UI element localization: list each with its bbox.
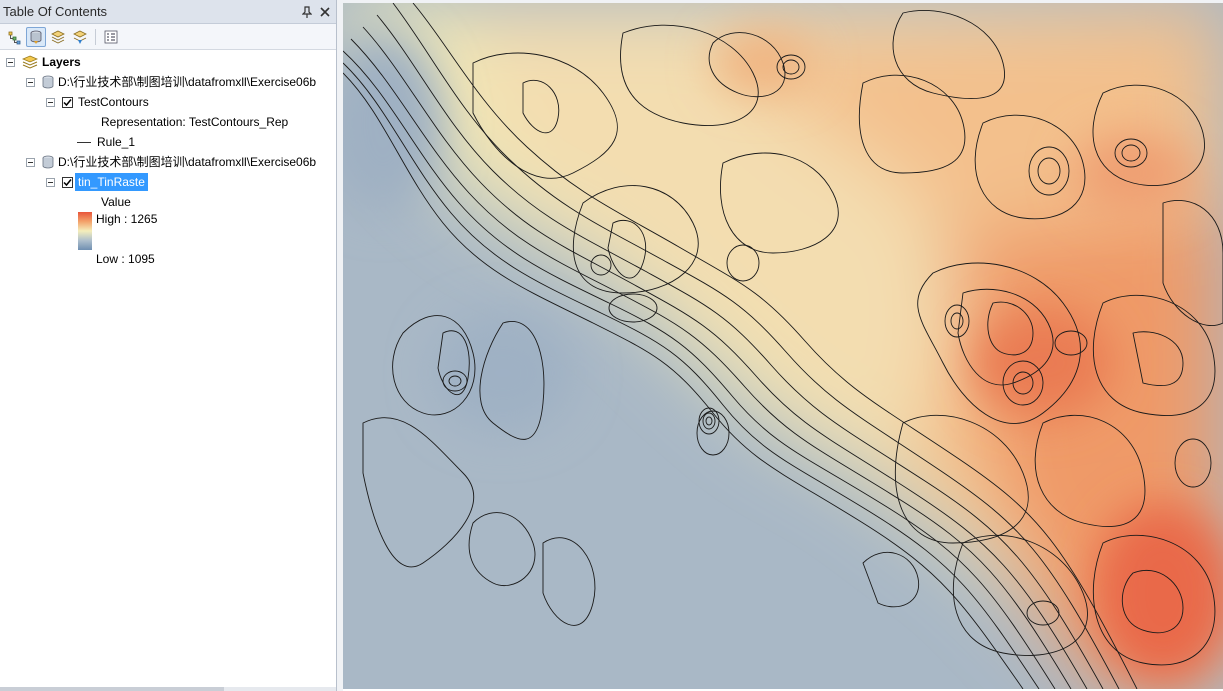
tree-row-representation: Representation: TestContours_Rep bbox=[98, 112, 291, 132]
table-of-contents-panel: Table Of Contents Layers D:\行业技术部\制图培训\d… bbox=[0, 0, 337, 691]
pin-icon[interactable] bbox=[300, 5, 314, 19]
color-ramp-swatch bbox=[78, 212, 92, 250]
tree-row-high: High : 1265 bbox=[93, 209, 160, 229]
list-by-source-icon[interactable] bbox=[26, 26, 46, 47]
toc-title: Table Of Contents bbox=[3, 4, 108, 19]
collapse-datasource-2-toggle[interactable] bbox=[26, 157, 35, 167]
datasource-2-path: D:\行业技术部\制图培训\datafromxll\Exercise06b bbox=[58, 155, 317, 169]
tree-row-rule-1[interactable]: Rule_1 bbox=[77, 132, 138, 152]
tree-row-test-contours[interactable]: TestContours bbox=[46, 92, 152, 112]
tree-row-datasource-1[interactable]: D:\行业技术部\制图培训\datafromxll\Exercise06b bbox=[26, 72, 319, 92]
collapse-tin-raster-toggle[interactable] bbox=[46, 177, 55, 187]
layers-label: Layers bbox=[42, 55, 81, 69]
tin-raster-visibility-checkbox[interactable] bbox=[62, 176, 73, 188]
database-icon bbox=[41, 155, 55, 169]
tree-row-datasource-2[interactable]: D:\行业技术部\制图培训\datafromxll\Exercise06b bbox=[26, 152, 319, 172]
high-value-label: High : 1265 bbox=[96, 212, 158, 226]
toc-toolbar bbox=[0, 24, 336, 50]
rule-1-label: Rule_1 bbox=[97, 135, 136, 149]
line-symbol-icon bbox=[77, 141, 91, 143]
list-by-drawing-order-icon[interactable] bbox=[4, 27, 24, 47]
low-value-label: Low : 1095 bbox=[96, 252, 155, 266]
elevation-raster-map bbox=[343, 3, 1223, 689]
tin-raster-label[interactable]: tin_TinRaste bbox=[75, 173, 148, 191]
database-icon bbox=[41, 75, 55, 89]
map-view[interactable] bbox=[343, 3, 1223, 689]
test-contours-visibility-checkbox[interactable] bbox=[62, 96, 73, 108]
collapse-layers-toggle[interactable] bbox=[6, 57, 15, 67]
close-icon[interactable] bbox=[318, 5, 332, 19]
options-icon[interactable] bbox=[101, 27, 121, 47]
tree-row-layers[interactable]: Layers bbox=[6, 52, 84, 72]
tree-row-tin-raster[interactable]: tin_TinRaste bbox=[46, 172, 148, 192]
layer-tree: Layers D:\行业技术部\制图培训\datafromxll\Exercis… bbox=[0, 52, 336, 687]
list-by-visibility-icon[interactable] bbox=[48, 27, 68, 47]
collapse-test-contours-toggle[interactable] bbox=[46, 97, 55, 107]
toc-horizontal-scrollbar[interactable] bbox=[0, 687, 336, 691]
list-by-selection-icon[interactable] bbox=[70, 27, 90, 47]
scrollbar-thumb[interactable] bbox=[0, 687, 224, 691]
test-contours-label: TestContours bbox=[78, 95, 149, 109]
layers-icon bbox=[21, 54, 39, 70]
toolbar-separator bbox=[95, 28, 96, 45]
representation-label: Representation: TestContours_Rep bbox=[101, 115, 289, 129]
tree-row-low: Low : 1095 bbox=[93, 249, 158, 269]
datasource-1-path: D:\行业技术部\制图培训\datafromxll\Exercise06b bbox=[58, 75, 317, 89]
toc-title-bar: Table Of Contents bbox=[0, 0, 336, 24]
collapse-datasource-1-toggle[interactable] bbox=[26, 77, 35, 87]
